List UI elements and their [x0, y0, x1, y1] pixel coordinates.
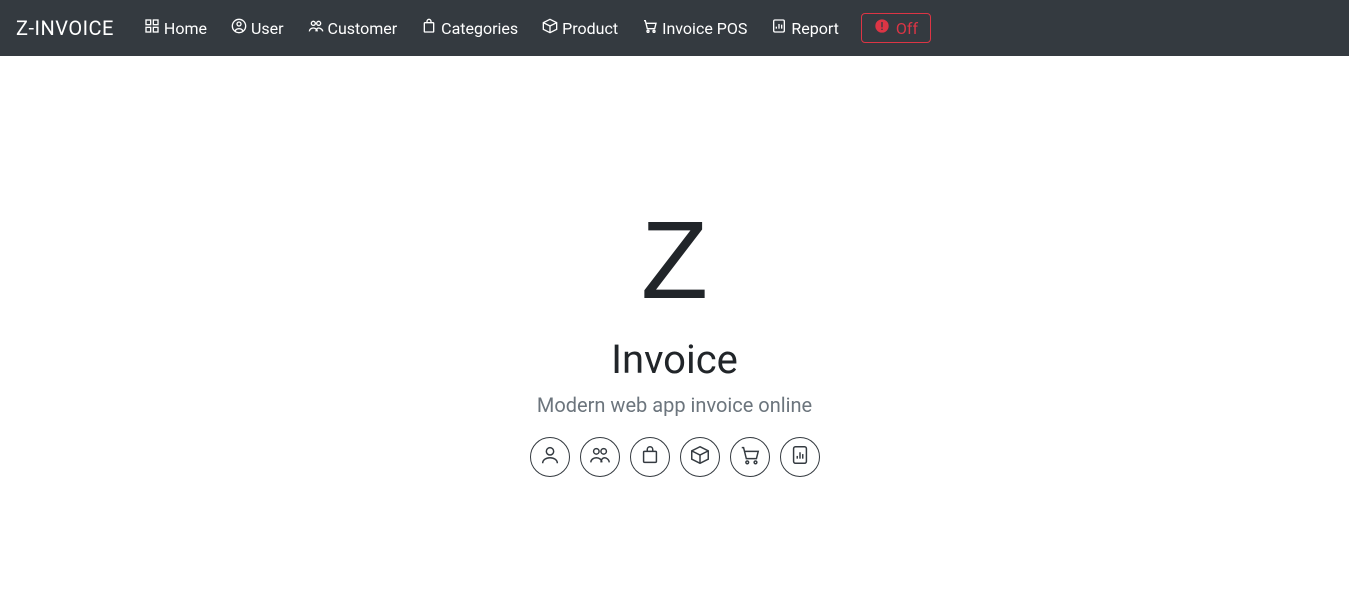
navbar: Z-INVOICE Home User Customer Categories … [0, 0, 1349, 56]
hero-subtitle: Modern web app invoice online [0, 393, 1349, 417]
user-outline-icon [539, 444, 561, 470]
user-icon [231, 18, 247, 38]
hero-title: Invoice [0, 336, 1349, 383]
users-icon [308, 18, 324, 38]
cart-icon [642, 18, 658, 38]
nav-user-label: User [251, 19, 284, 38]
nav-categories[interactable]: Categories [413, 12, 526, 44]
hero-invoice-button[interactable] [730, 437, 770, 477]
nav-home[interactable]: Home [136, 12, 215, 44]
nav-report-label: Report [791, 19, 839, 38]
nav-report[interactable]: Report [763, 12, 847, 44]
box-icon [542, 18, 558, 38]
nav-categories-label: Categories [441, 19, 518, 38]
box-outline-icon [689, 444, 711, 470]
nav-invoice-pos[interactable]: Invoice POS [634, 12, 755, 44]
hero-product-button[interactable] [680, 437, 720, 477]
hero-icon-row [0, 437, 1349, 477]
logo-letter: Z [0, 206, 1349, 316]
off-button[interactable]: Off [861, 13, 931, 43]
hero-categories-button[interactable] [630, 437, 670, 477]
nav-product-label: Product [562, 19, 618, 38]
report-icon [771, 18, 787, 38]
cart-outline-icon [739, 444, 761, 470]
brand[interactable]: Z-INVOICE [16, 16, 114, 40]
home-icon [144, 18, 160, 38]
bag-outline-icon [639, 444, 661, 470]
nav-product[interactable]: Product [534, 12, 626, 44]
nav-customer-label: Customer [328, 19, 398, 38]
nav-user[interactable]: User [223, 12, 292, 44]
hero-section: Z Invoice Modern web app invoice online [0, 56, 1349, 477]
nav-customer[interactable]: Customer [300, 12, 406, 44]
hero-customer-button[interactable] [580, 437, 620, 477]
nav-home-label: Home [164, 19, 207, 38]
users-outline-icon [589, 444, 611, 470]
off-label: Off [896, 19, 918, 38]
report-outline-icon [789, 444, 811, 470]
alert-icon [874, 18, 890, 38]
bag-icon [421, 18, 437, 38]
hero-report-button[interactable] [780, 437, 820, 477]
hero-user-button[interactable] [530, 437, 570, 477]
nav-invoice-pos-label: Invoice POS [662, 19, 747, 38]
